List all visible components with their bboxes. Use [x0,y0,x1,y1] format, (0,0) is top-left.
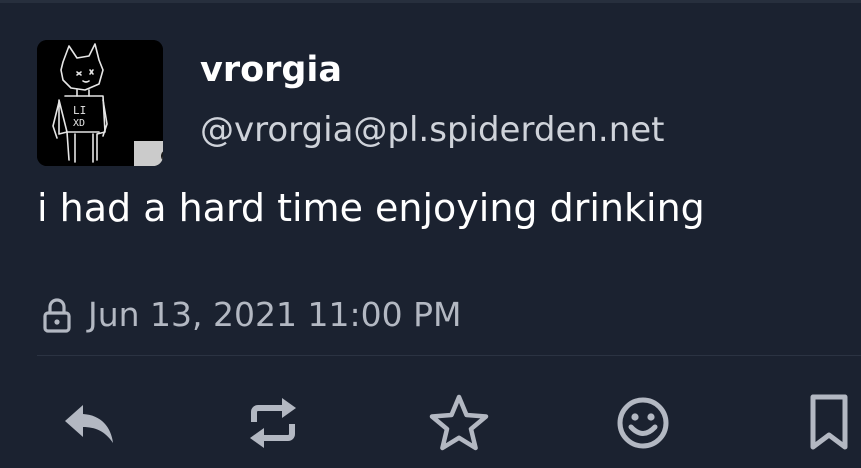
status-timestamp[interactable]: Jun 13, 2021 11:00 PM [88,290,461,340]
star-icon [429,394,489,451]
reply-icon [65,405,113,443]
bookmark-button[interactable] [794,388,861,458]
account-handle[interactable]: @vrorgia@pl.spiderden.net [200,106,665,154]
favourite-button[interactable] [424,388,494,458]
avatar-lettering: LI [73,104,86,117]
boost-button[interactable] [238,388,308,458]
robot-icon [134,141,163,166]
reply-button[interactable] [54,388,124,458]
display-name[interactable]: vrorgia [200,46,342,94]
svg-text:XD: XD [73,118,85,129]
smiley-icon [617,397,669,449]
action-bar-divider [37,355,861,356]
bookmark-icon [810,394,848,450]
react-button[interactable] [608,388,678,458]
repeat-icon [250,398,296,448]
status-content: i had a hard time enjoying drinking [37,186,705,230]
bot-badge [134,141,163,166]
avatar[interactable]: LI XD [37,40,163,166]
lock-icon [43,298,71,333]
top-divider [0,0,861,3]
status-meta: Jun 13, 2021 11:00 PM [40,290,461,340]
status-card: LI XD vrorgia @vrorgia@pl.spiderden.net … [0,0,861,468]
